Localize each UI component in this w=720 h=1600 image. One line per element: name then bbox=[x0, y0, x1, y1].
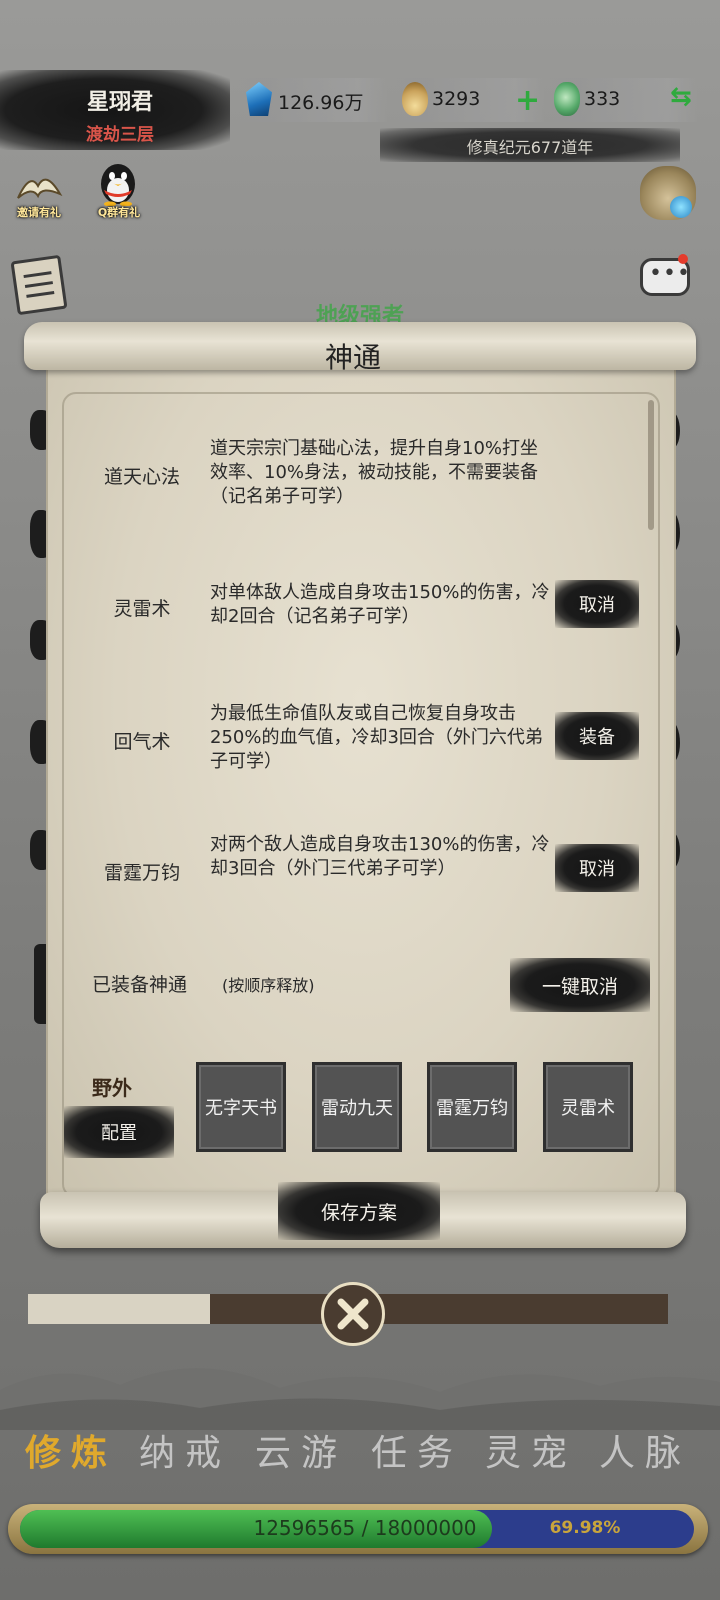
mountain-scenery bbox=[0, 1368, 720, 1430]
gourd-icon bbox=[402, 82, 428, 116]
notification-dot bbox=[678, 254, 688, 264]
nav-cultivate[interactable]: 修炼 bbox=[16, 1424, 126, 1476]
crane-icon bbox=[17, 178, 63, 199]
preset-label: 野外 bbox=[92, 1076, 132, 1100]
player-realm: 渡劫三层 bbox=[86, 125, 154, 145]
skill-description: 对单体敌人造成自身攻击150%的伤害，冷却2回合（记名弟子可学） bbox=[210, 582, 550, 627]
player-name: 星珝君 bbox=[86, 90, 153, 115]
jade-icon bbox=[554, 82, 580, 116]
experience-percent: 69.98% bbox=[549, 1518, 621, 1538]
invite-reward-button[interactable] bbox=[12, 164, 64, 208]
penguin-icon bbox=[101, 164, 135, 207]
qq-group-label: Q群有礼 bbox=[97, 206, 141, 219]
scrollbar[interactable] bbox=[648, 400, 654, 530]
background-progress-fill bbox=[210, 1294, 668, 1324]
jade-count: 333 bbox=[584, 88, 621, 110]
nav-storage-ring[interactable]: 纳戒 bbox=[130, 1424, 240, 1476]
skill-slot-1[interactable]: 无字天书 bbox=[196, 1062, 286, 1152]
equipped-order-note: (按顺序释放) bbox=[222, 976, 315, 995]
skill-description: 为最低生命值队友或自己恢复自身攻击250%的血气值，冷却3回合（外门六代弟子可学… bbox=[210, 703, 543, 772]
nav-travel[interactable]: 云游 bbox=[246, 1424, 356, 1476]
cancel-all-button[interactable]: 一键取消 bbox=[510, 958, 650, 1012]
swap-icon[interactable]: ⇆ bbox=[670, 84, 692, 110]
equip-button[interactable]: 装备 bbox=[555, 712, 639, 760]
skill-description: 对两个敌人造成自身攻击130%的伤害，冷却3回合（外门三代弟子可学） bbox=[210, 834, 550, 879]
era-text: 修真纪元677道年 bbox=[466, 138, 594, 157]
add-currency-icon[interactable]: + bbox=[515, 86, 540, 116]
unequip-button[interactable]: 取消 bbox=[555, 844, 639, 892]
skill-slot-2[interactable]: 雷动九天 bbox=[312, 1062, 402, 1152]
nav-contacts[interactable]: 人脉 bbox=[590, 1424, 700, 1476]
bag-gem-icon bbox=[670, 196, 692, 218]
unequip-button[interactable]: 取消 bbox=[555, 580, 639, 628]
skill-description: 道天宗宗门基础心法，提升自身10%打坐效率、10%身法，被动技能，不需要装备（记… bbox=[210, 438, 539, 507]
nav-tasks[interactable]: 任务 bbox=[362, 1424, 472, 1476]
skill-slot-3[interactable]: 雷霆万钧 bbox=[427, 1062, 517, 1152]
skill-name: 回气术 bbox=[113, 731, 171, 753]
skill-slot-4[interactable]: 灵雷术 bbox=[543, 1062, 633, 1152]
invite-reward-label: 邀请有礼 bbox=[17, 206, 61, 219]
skill-name: 灵雷术 bbox=[113, 598, 171, 620]
nav-pets[interactable]: 灵宠 bbox=[476, 1424, 586, 1476]
configure-button[interactable]: 配置 bbox=[64, 1106, 174, 1158]
modal-title: 神通 bbox=[324, 341, 381, 374]
save-plan-button[interactable]: 保存方案 bbox=[278, 1182, 440, 1240]
equipped-skills-label: 已装备神通 bbox=[92, 974, 188, 996]
gourd-count: 3293 bbox=[432, 88, 481, 110]
skill-name: 道天心法 bbox=[103, 466, 180, 488]
qq-group-button[interactable] bbox=[92, 160, 144, 210]
task-list-icon[interactable] bbox=[10, 254, 68, 316]
experience-value: 12596565 / 18000000 bbox=[253, 1516, 477, 1540]
skill-name: 雷霆万钧 bbox=[103, 862, 180, 884]
spirit-stone-count: 126.96万 bbox=[278, 92, 364, 114]
